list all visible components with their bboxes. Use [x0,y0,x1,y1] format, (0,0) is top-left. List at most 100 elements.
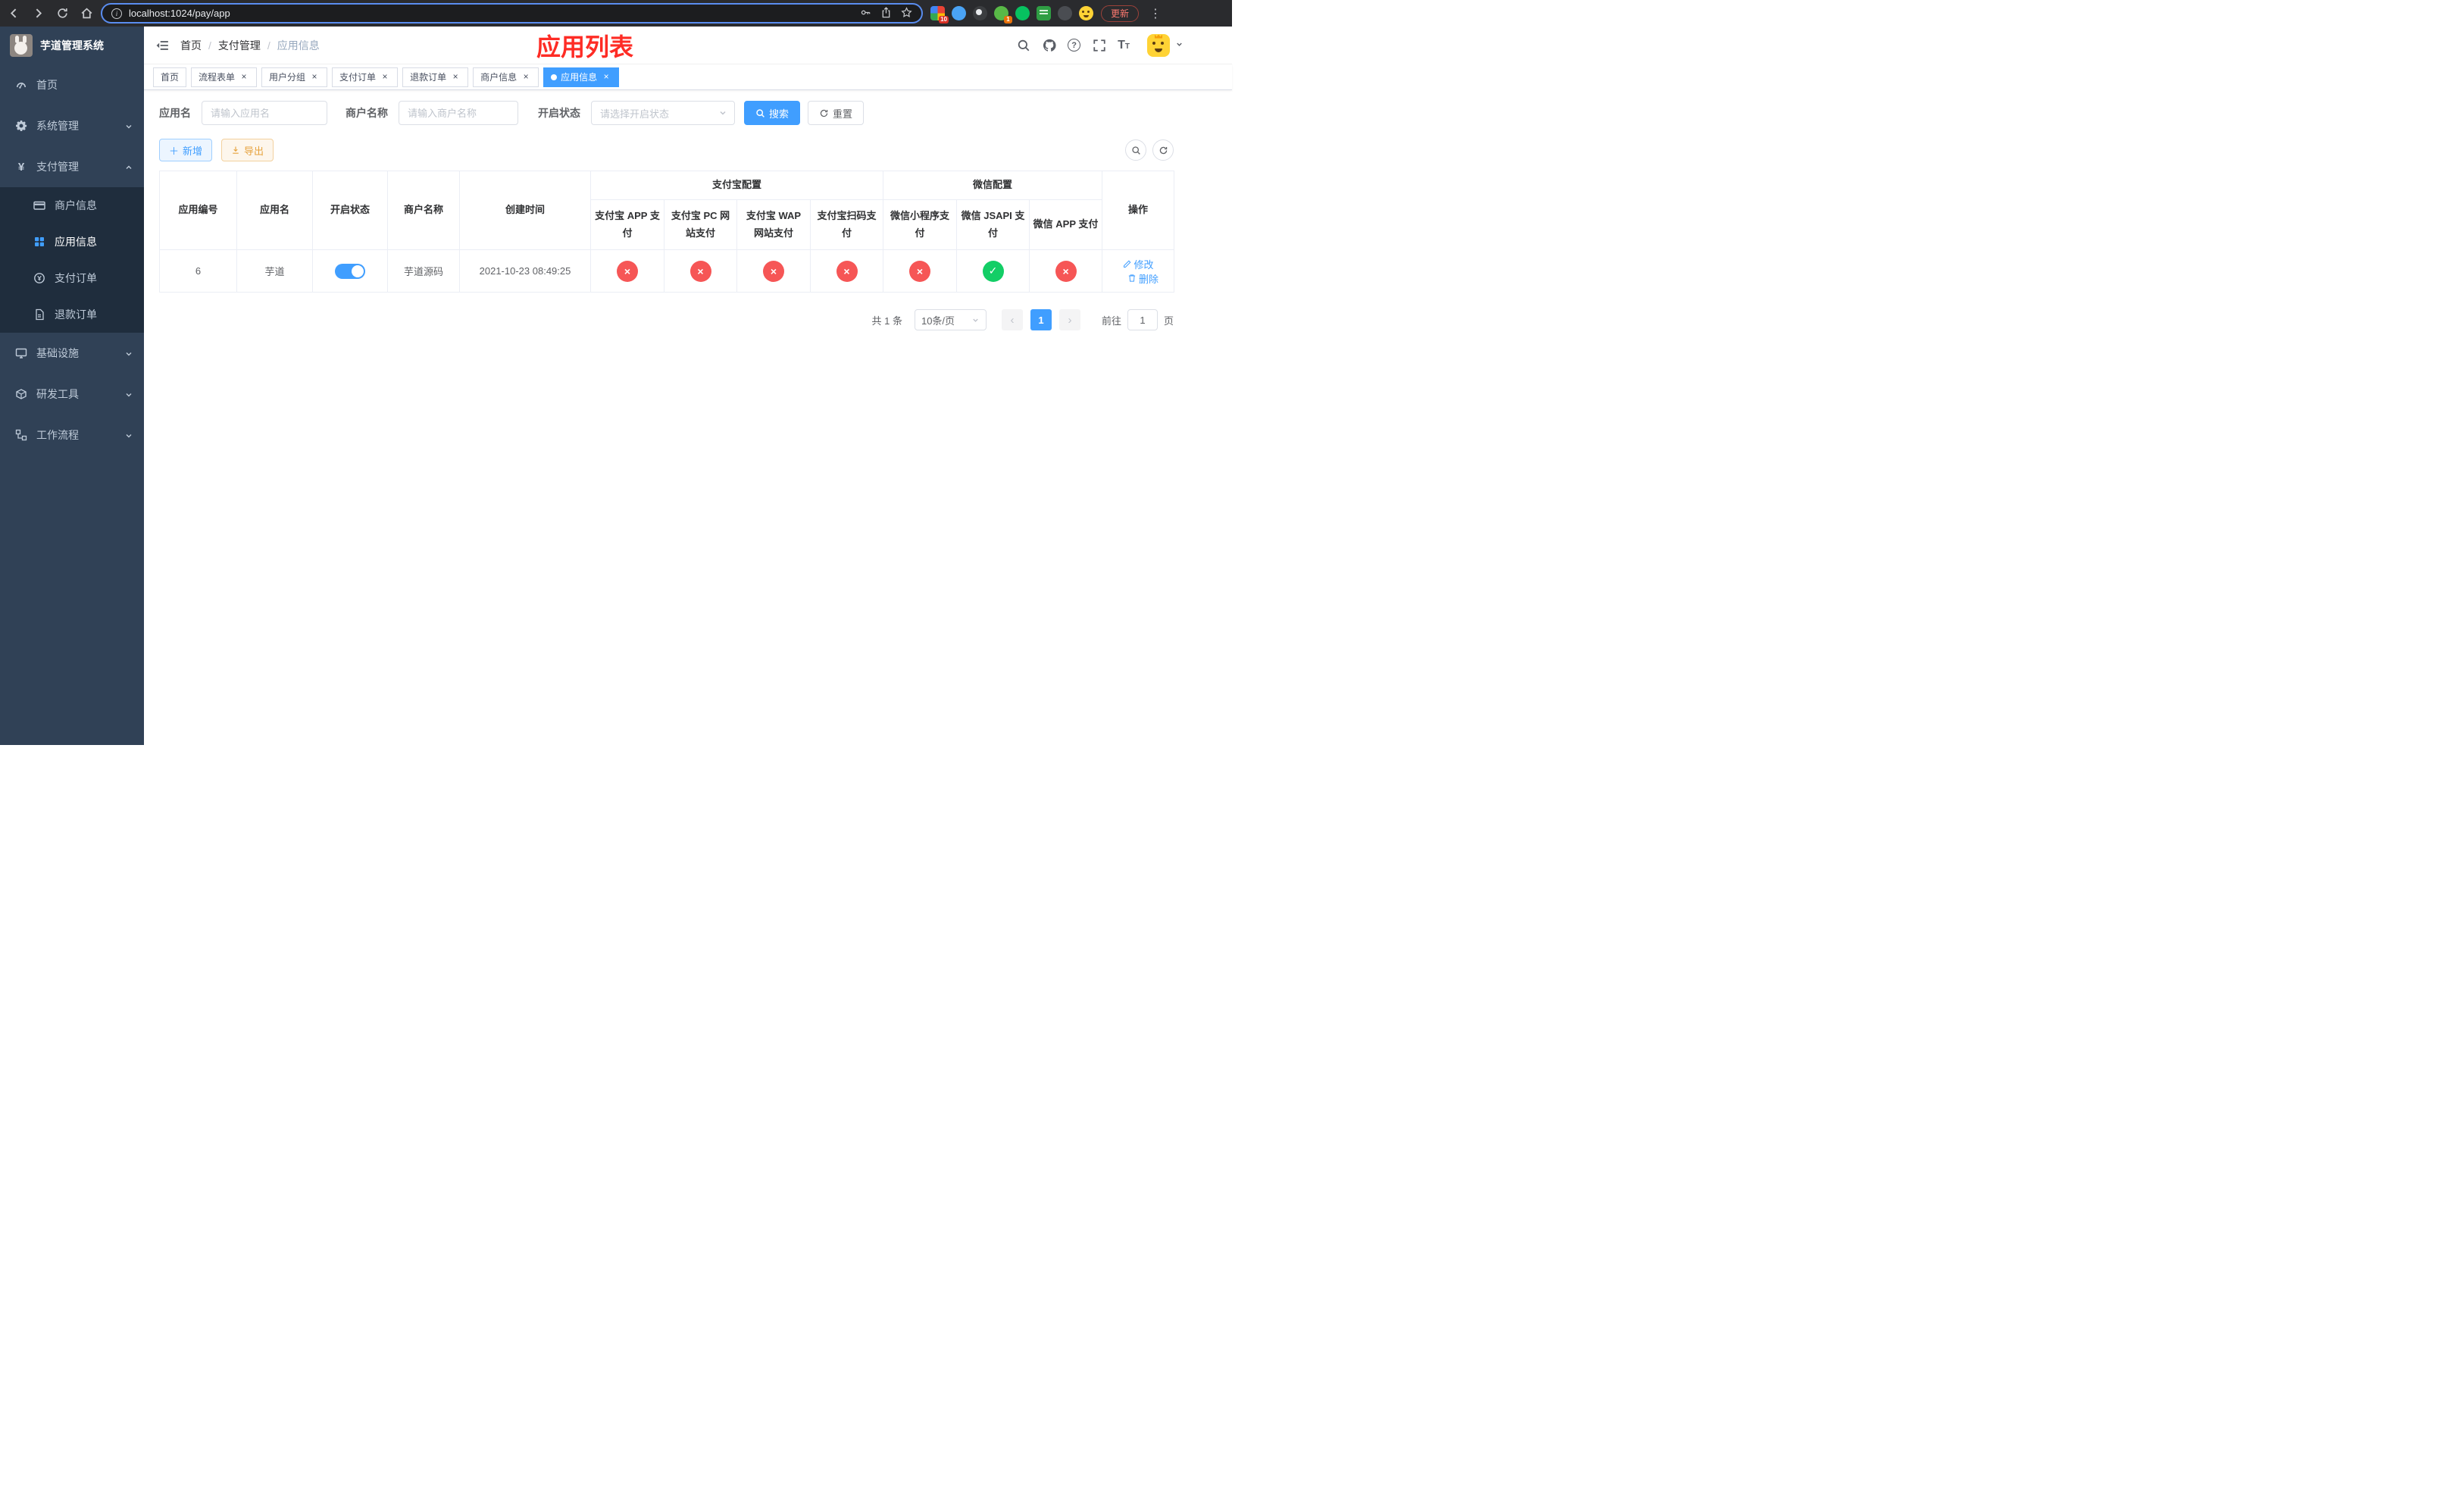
reload-icon[interactable] [56,7,69,20]
extension-icon-book[interactable] [1037,6,1051,20]
close-icon[interactable]: × [239,72,249,83]
reset-button[interactable]: 重置 [808,101,865,125]
sidebar-logo[interactable]: 芋道管理系统 [0,27,144,64]
extension-icon-dark[interactable] [973,6,987,20]
yen-icon: ¥ [17,160,25,174]
sidebar-item-refund-orders[interactable]: 退款订单 [0,296,144,333]
prev-page-button[interactable]: ‹ [1001,309,1023,330]
sidebar-item-home[interactable]: 首页 [0,64,144,105]
sidebar-item-dev-tools[interactable]: 研发工具 [0,374,144,415]
extension-icon-profile[interactable]: 1 [994,6,1012,23]
tab-app-info[interactable]: 应用信息 × [543,67,620,87]
avatar[interactable] [1147,33,1170,57]
profile-avatar-icon[interactable] [1079,6,1093,20]
sidebar-item-system[interactable]: 系统管理 [0,105,144,146]
extension-icon-blue[interactable] [952,6,966,20]
status-badge: × [763,260,784,282]
add-button[interactable]: ＋ 新增 [159,139,213,161]
tab-label: 首页 [161,72,180,83]
page-size-select[interactable]: 10条/页 [914,309,987,330]
toggle-search-button[interactable] [1125,139,1146,161]
address-bar[interactable]: i localhost:1024/pay/app [101,3,923,23]
breadcrumb-section[interactable]: 支付管理 [218,38,261,53]
breadcrumb-home[interactable]: 首页 [180,38,202,53]
font-size-icon[interactable]: TT [1118,39,1130,52]
tab-process-form[interactable]: 流程表单 × [191,67,258,87]
extension-icon-tabs[interactable]: 10 [930,6,949,23]
key-icon[interactable] [860,7,871,20]
sidebar-item-pay-orders[interactable]: 支付订单 [0,260,144,296]
cell-actions: 修改 删除 [1102,249,1175,293]
merchant-input[interactable] [399,101,518,125]
tab-refund-orders[interactable]: 退款订单 × [402,67,469,87]
bookmark-star-icon[interactable] [901,6,912,20]
goto-page-input[interactable] [1127,309,1158,330]
cell-wx-mini: × [883,249,958,293]
delete-label: 删除 [1139,273,1159,285]
status-select[interactable]: 请选择开启状态 [591,101,735,125]
tab-merchant-info[interactable]: 商户信息 × [473,67,539,87]
table-row: 6 芋道 芋道源码 2021-10-23 08:49:25 × × × × × … [159,249,1175,293]
export-button[interactable]: 导出 [221,139,274,161]
question-icon[interactable]: ? [1068,39,1081,52]
status-badge: × [617,260,638,282]
sidebar-item-workflow[interactable]: 工作流程 [0,415,144,455]
hamburger-icon[interactable] [144,39,180,52]
close-icon[interactable]: × [601,72,611,83]
sidebar-item-infrastructure[interactable]: 基础设施 [0,333,144,374]
search-button[interactable]: 搜索 [744,101,801,125]
site-info-icon[interactable]: i [111,8,122,19]
status-switch[interactable] [335,263,365,279]
chrome-update-button[interactable]: 更新 [1101,5,1140,22]
sidebar-item-merchant-info[interactable]: 商户信息 [0,187,144,224]
col-header-name: 应用名 [236,171,313,250]
tab-label: 商户信息 [480,72,518,83]
kebab-menu-icon[interactable]: ⋮ [1146,6,1165,21]
edit-link[interactable]: 修改 [1123,257,1154,271]
search-button-label: 搜索 [769,108,790,120]
github-icon[interactable] [1042,38,1056,52]
share-icon[interactable] [880,6,892,20]
navbar: 首页 / 支付管理 / 应用信息 应用列表 ? TT [144,27,1232,64]
tab-home[interactable]: 首页 [153,67,187,87]
tab-pay-orders[interactable]: 支付订单 × [332,67,399,87]
fullscreen-icon[interactable] [1092,38,1106,52]
tab-user-group[interactable]: 用户分组 × [261,67,328,87]
next-page-button[interactable]: › [1058,309,1080,330]
export-button-label: 导出 [244,145,264,157]
status-badge: ✓ [982,260,1004,282]
close-icon[interactable]: × [380,72,390,83]
page-number-button[interactable]: 1 [1030,309,1052,330]
order-icon [33,272,45,284]
close-icon[interactable]: × [521,72,531,83]
page-title: 应用列表 [536,33,634,61]
search-icon[interactable] [1016,38,1030,52]
tab-label: 支付订单 [339,72,377,83]
tool-icon [15,388,27,400]
group-header-wechat: 微信配置 [883,171,1103,200]
delete-link[interactable]: 删除 [1127,271,1159,286]
extension-icon-wechat[interactable] [1015,6,1030,20]
sidebar-item-payment[interactable]: ¥ 支付管理 [0,146,144,187]
refresh-button[interactable] [1152,139,1174,161]
sidebar-item-label: 应用信息 [55,236,97,248]
forward-icon[interactable] [32,7,45,20]
home-icon[interactable] [80,7,93,20]
cell-wx-jsapi: ✓ [956,249,1030,293]
app-name-input[interactable] [202,101,327,125]
url-text[interactable]: localhost:1024/pay/app [129,8,853,19]
sidebar-item-app-info[interactable]: 应用信息 [0,224,144,260]
sidebar-item-label: 支付管理 [36,161,79,173]
close-icon[interactable]: × [450,72,461,83]
extension-icon-gray[interactable] [1058,6,1072,20]
col-header-alipay-wap: 支付宝 WAP 网站支付 [736,199,811,250]
back-icon[interactable] [8,7,20,20]
extensions-area: 10 1 [930,6,1093,23]
breadcrumb-current: 应用信息 [277,39,320,52]
user-menu[interactable] [1147,33,1184,57]
chevron-down-icon [124,121,133,130]
close-icon[interactable]: × [309,72,320,83]
col-header-actions: 操作 [1102,171,1175,250]
status-badge: × [836,260,858,282]
chevron-down-icon [124,390,133,399]
